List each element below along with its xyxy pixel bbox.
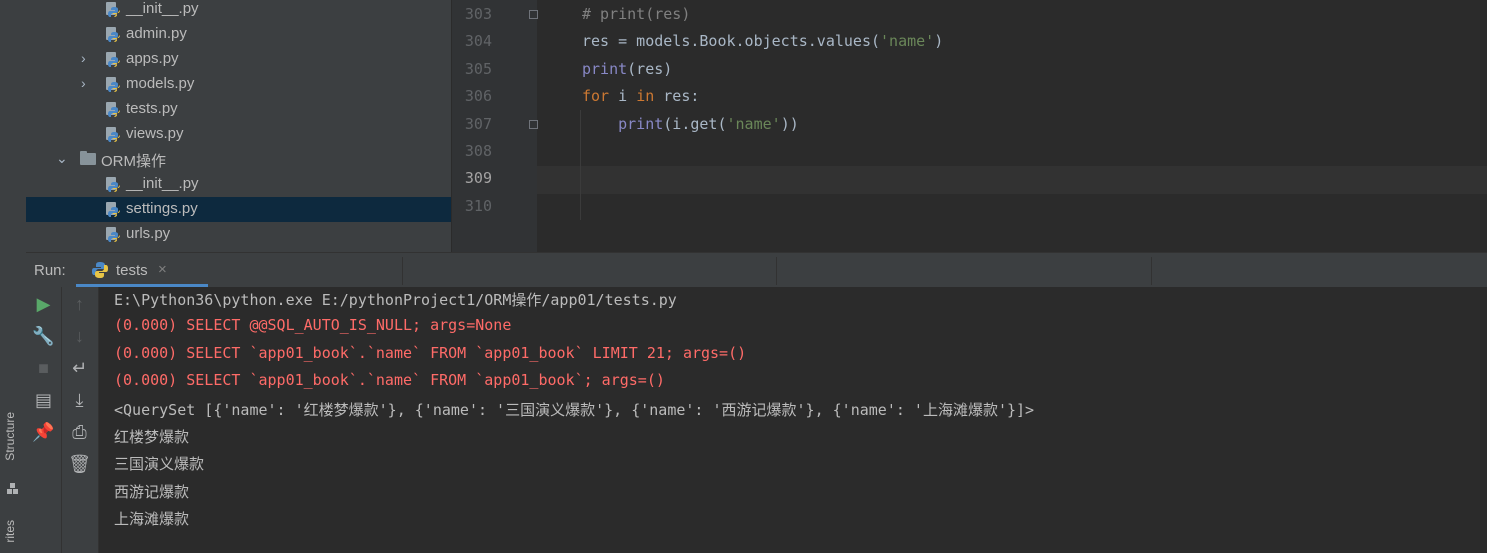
chevron-right-icon[interactable]: › — [81, 75, 86, 91]
rerun-icon[interactable]: ▶ — [26, 290, 61, 318]
tree-file[interactable]: __init__.py — [26, 172, 451, 197]
layout-icon[interactable]: ▤ — [26, 386, 61, 414]
fold-marker-icon[interactable] — [529, 120, 538, 129]
console-line: 三国演义爆款 — [114, 455, 205, 474]
structure-icon — [7, 482, 19, 494]
stop-icon[interactable]: ■ — [26, 354, 61, 382]
indent-guide — [580, 110, 581, 220]
structure-tab-label: Structure — [3, 412, 17, 461]
tree-file[interactable]: › models.py — [26, 72, 451, 97]
line-gutter: 303 304 305 306 307 308 309 310 — [452, 0, 538, 252]
console-line: 上海滩爆款 — [114, 510, 190, 529]
soft-wrap-icon[interactable]: ↵ — [62, 354, 97, 382]
console-line: (0.000) SELECT `app01_book`.`name` FROM … — [114, 371, 665, 390]
left-tool-strip: Structure rites — [0, 0, 27, 553]
tree-item-label: __init__.py — [126, 175, 199, 192]
tree-item-label: apps.py — [126, 50, 179, 67]
fold-marker-icon[interactable] — [529, 10, 538, 19]
line-number: 303 — [464, 5, 492, 23]
console-line: (0.000) SELECT @@SQL_AUTO_IS_NULL; args=… — [114, 316, 512, 335]
console-line: E:\Python36\python.exe E:/pythonProject1… — [114, 291, 677, 309]
header-divider — [1151, 257, 1152, 285]
favorites-tab[interactable]: rites — [3, 520, 17, 543]
console-line: 西游记爆款 — [114, 482, 190, 501]
tree-item-label: __init__.py — [126, 0, 199, 17]
python-file-icon — [105, 26, 121, 42]
run-toolbar-primary: ▶ 🔧 ■ ▤ 📌 — [26, 287, 62, 553]
tree-file[interactable]: admin.py — [26, 22, 451, 47]
trash-icon[interactable]: 🗑 — [62, 450, 97, 478]
python-file-icon — [105, 126, 121, 142]
tree-file[interactable]: views.py — [26, 122, 451, 147]
wrench-icon[interactable]: 🔧 — [26, 322, 61, 350]
python-file-icon — [105, 101, 121, 117]
structure-tab[interactable]: Structure — [3, 412, 17, 461]
tree-file[interactable]: settings.py — [26, 197, 451, 222]
favorites-tab-label: rites — [3, 520, 17, 543]
python-file-icon — [105, 176, 121, 192]
tree-item-label: models.py — [126, 75, 195, 92]
run-panel-header: Run: tests × — [26, 252, 1487, 288]
run-toolbar-secondary: ↑ ↓ ↵ ⤓ ⎙ 🗑 — [62, 287, 99, 553]
code-editor[interactable]: 303 304 305 306 307 308 309 310 # print(res) res… — [452, 0, 1487, 252]
tree-item-label: admin.py — [126, 25, 187, 42]
tree-file[interactable]: › apps.py — [26, 47, 451, 72]
console-line: (0.000) SELECT `app01_book`.`name` FROM … — [114, 343, 747, 362]
code-line: for i in res: — [582, 87, 700, 106]
current-line-highlight — [537, 166, 1487, 194]
code-line: print(i.get('name')) — [618, 114, 799, 133]
run-console[interactable]: E:\Python36\python.exe E:/pythonProject1… — [99, 287, 1487, 553]
chevron-down-icon[interactable]: ⌄ — [56, 150, 68, 167]
run-tab-title: tests — [116, 262, 148, 279]
run-tab-tests[interactable]: tests × — [76, 253, 208, 287]
line-number: 305 — [464, 59, 492, 78]
tree-item-label: ORM操作 — [101, 153, 166, 170]
python-file-icon — [105, 226, 121, 242]
line-number: 304 — [464, 32, 492, 51]
python-icon — [91, 261, 109, 284]
console-line: 红楼梦爆款 — [114, 428, 190, 446]
scroll-to-end-icon[interactable]: ⤓ — [62, 386, 97, 414]
code-line: # print(res) — [582, 5, 691, 23]
line-number: 306 — [464, 87, 492, 106]
header-divider — [402, 257, 403, 285]
tree-item-label: urls.py — [126, 225, 171, 242]
tree-file[interactable]: __init__.py — [26, 0, 451, 22]
down-arrow-icon[interactable]: ↓ — [62, 322, 97, 350]
python-file-icon — [105, 201, 121, 217]
folder-icon — [80, 151, 96, 165]
line-number: 310 — [464, 196, 492, 215]
tree-folder[interactable]: ⌄ ORM操作 — [26, 147, 451, 172]
tree-file[interactable]: tests.py — [26, 97, 451, 122]
line-number: 308 — [464, 142, 492, 160]
tree-item-label: settings.py — [126, 200, 198, 217]
header-divider — [776, 257, 777, 285]
close-icon[interactable]: × — [158, 261, 167, 278]
python-file-icon — [105, 1, 121, 17]
tree-file[interactable]: urls.py — [26, 222, 451, 247]
code-line: res = models.Book.objects.values('name') — [582, 32, 944, 51]
code-line: print(res) — [582, 59, 673, 78]
run-label: Run: — [34, 262, 66, 279]
up-arrow-icon[interactable]: ↑ — [62, 290, 97, 318]
python-file-icon — [105, 51, 121, 67]
print-icon[interactable]: ⎙ — [62, 418, 97, 446]
tree-item-label: views.py — [126, 125, 184, 142]
project-tree: __init__.py admin.py › apps.py › models.py tes… — [26, 0, 451, 252]
pin-icon[interactable]: 📌 — [26, 418, 61, 446]
line-number: 307 — [464, 114, 492, 133]
console-line: <QuerySet [{'name': '红楼梦爆款'}, {'name': '… — [114, 400, 1035, 419]
tree-item-label: tests.py — [126, 100, 178, 117]
python-file-icon — [105, 76, 121, 92]
line-number: 309 — [464, 169, 492, 188]
chevron-right-icon[interactable]: › — [81, 50, 86, 66]
